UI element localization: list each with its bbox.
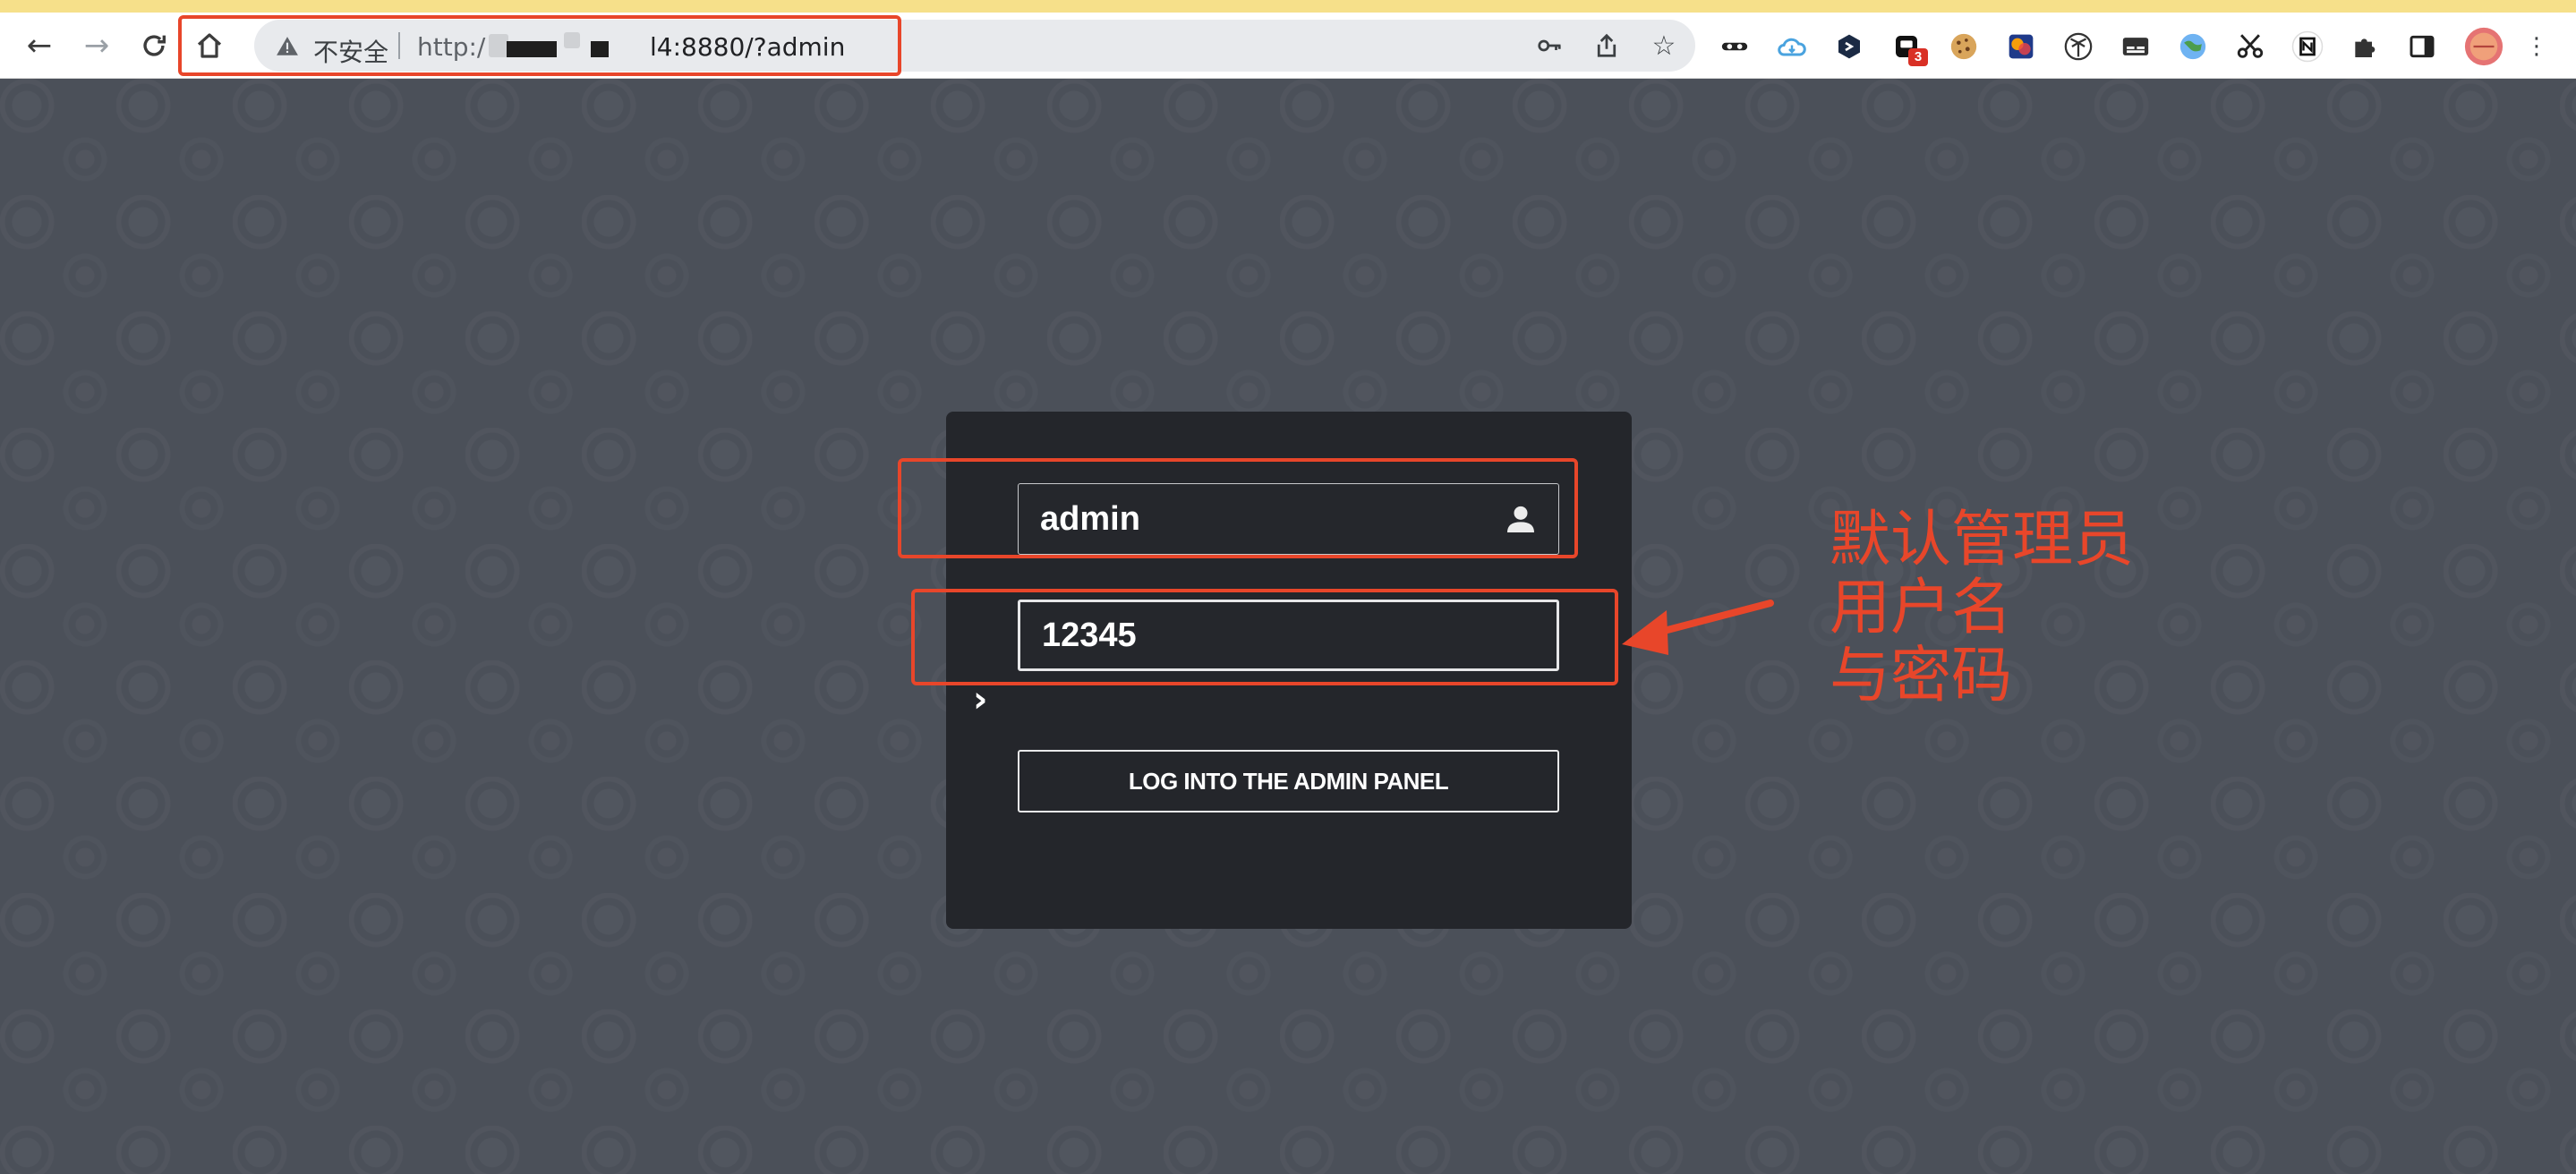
palm-icon[interactable] [2062,30,2094,63]
annotation-box-username [898,458,1578,558]
incognito-mask-icon[interactable] [1719,30,1751,63]
hexagon-icon[interactable] [1833,30,1865,63]
cookie-icon[interactable] [1948,30,1980,63]
notion-icon[interactable] [2291,30,2324,63]
notifier-badge: 3 [1908,48,1928,66]
top-notification-strip [0,0,2576,13]
globe-icon[interactable] [2177,30,2209,63]
scissors-icon[interactable] [2234,30,2266,63]
annotation-line: 默认管理员 [1830,505,2135,575]
back-arrow-icon[interactable]: ← [20,26,59,65]
chevron-right-icon[interactable]: › [973,682,1000,718]
share-icon[interactable] [1591,30,1622,61]
login-button[interactable]: LOG INTO THE ADMIN PANEL [1018,750,1559,812]
puzzle-icon[interactable] [2349,30,2381,63]
colorful-square-icon[interactable] [2005,30,2037,63]
reload-icon[interactable] [134,26,174,65]
forward-arrow-icon[interactable]: → [77,26,116,65]
more-menu-icon[interactable]: ⋮ [2521,30,2553,63]
bookmark-star-icon[interactable]: ☆ [1649,30,1679,62]
annotation-arrow-icon [1622,600,1774,655]
cloud-icon[interactable] [1776,30,1808,63]
sidepanel-icon[interactable] [2406,30,2438,63]
annotation-box-address [178,15,901,76]
page-viewport: › LOG INTO THE ADMIN PANEL 默认管理员 用户名 与密码 [0,79,2576,1174]
annotation-box-password [911,589,1618,685]
notifier-icon[interactable]: 3 [1890,30,1928,66]
subtitles-icon[interactable] [2120,30,2152,63]
profile-avatar[interactable] [2463,26,2504,67]
annotation-line: 用户名 [1830,573,2013,643]
annotation-line: 与密码 [1830,641,2013,711]
annotation-note: 默认管理员 用户名 与密码 [1830,506,2205,710]
key-icon[interactable] [1534,30,1565,61]
